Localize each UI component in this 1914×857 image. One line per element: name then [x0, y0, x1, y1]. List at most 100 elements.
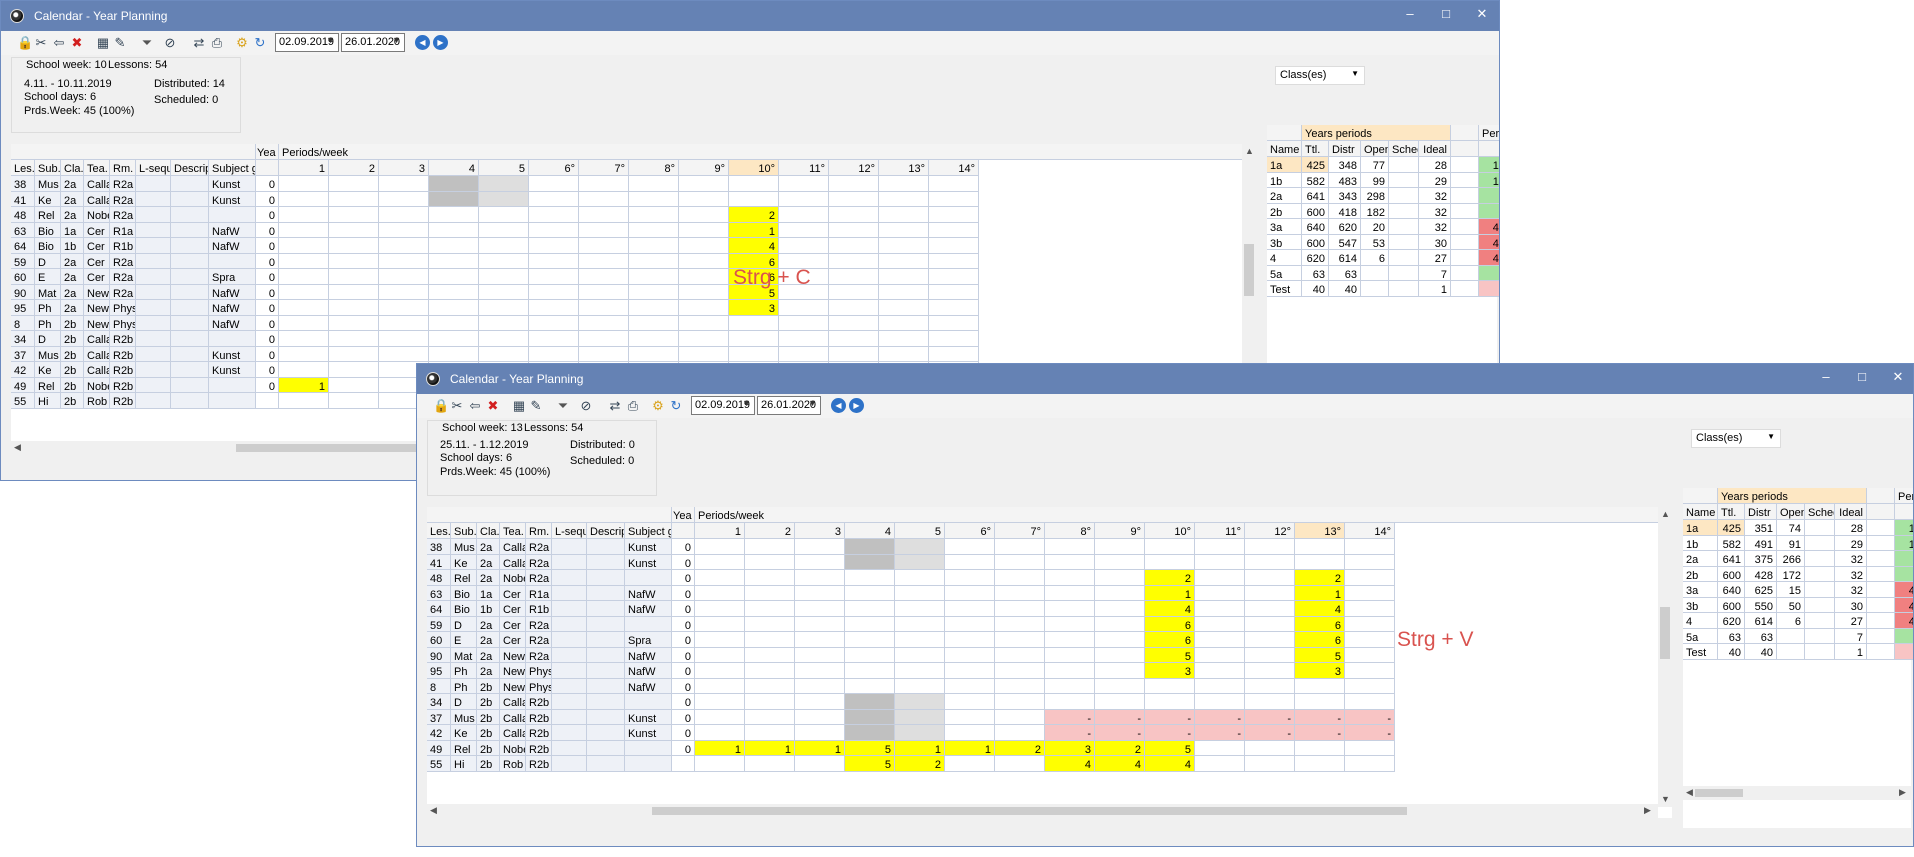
- summary-blank-cell[interactable]: [1867, 566, 1895, 582]
- summary-col-ideal[interactable]: Ideal: [1835, 504, 1867, 520]
- summary-col-distr[interactable]: Distr: [1745, 504, 1777, 520]
- period-cell[interactable]: [1295, 678, 1345, 694]
- period-header-11[interactable]: 11°: [1195, 523, 1245, 539]
- period-value-cell[interactable]: 5: [1295, 647, 1345, 663]
- period-value-cell[interactable]: 1: [279, 377, 329, 393]
- period-value-cell[interactable]: 3: [1045, 740, 1095, 756]
- previous-week-button[interactable]: ◀: [415, 35, 430, 50]
- period-cell[interactable]: [529, 284, 579, 300]
- summary-blank-cell[interactable]: [1451, 250, 1479, 266]
- period-header-3[interactable]: 3: [379, 160, 429, 176]
- row-4-blank[interactable]: [136, 238, 171, 254]
- period-cell[interactable]: [795, 694, 845, 710]
- period-cell[interactable]: [895, 585, 945, 601]
- period-cell[interactable]: [845, 601, 895, 617]
- summary-distr-cell[interactable]: 418: [1329, 203, 1361, 219]
- period-header-3[interactable]: 3: [795, 523, 845, 539]
- period-cell[interactable]: [279, 176, 329, 192]
- period-header-6[interactable]: 6°: [529, 160, 579, 176]
- row-0-sg[interactable]: Kunst: [209, 176, 256, 192]
- row-5-y[interactable]: 0: [672, 616, 695, 632]
- row-14-sg[interactable]: [209, 393, 256, 409]
- row-12-tea[interactable]: Callas: [84, 362, 110, 378]
- period-cell[interactable]: [1045, 632, 1095, 648]
- period-cell[interactable]: [879, 253, 929, 269]
- row-0-y[interactable]: 0: [672, 539, 695, 555]
- row-9-les[interactable]: 8: [11, 315, 35, 331]
- row-12-blank[interactable]: [136, 362, 171, 378]
- row-8-y[interactable]: 0: [256, 300, 279, 316]
- row-13-les[interactable]: 49: [427, 740, 451, 756]
- summary-ideal-cell[interactable]: 27: [1419, 250, 1451, 266]
- period-cell[interactable]: [629, 346, 679, 362]
- transfer-icon[interactable]: ⇄: [607, 398, 623, 414]
- door-exit-icon[interactable]: ⇦: [467, 398, 483, 414]
- period-cell[interactable]: [279, 269, 329, 285]
- row-7-rm[interactable]: R2a: [110, 284, 136, 300]
- row-5-blank[interactable]: [136, 253, 171, 269]
- period-cell[interactable]: [945, 694, 995, 710]
- key-cut-icon[interactable]: ✂: [33, 35, 49, 51]
- column-header-6[interactable]: Descriptio: [587, 523, 625, 539]
- row-2-sg[interactable]: [209, 207, 256, 223]
- summary-col-ideal[interactable]: Ideal: [1419, 141, 1451, 157]
- summary-col-1[interactable]: 1: [1479, 141, 1499, 157]
- period-value-cell[interactable]: [429, 176, 479, 192]
- period-cell[interactable]: [995, 709, 1045, 725]
- summary-ttl-cell[interactable]: 620: [1718, 613, 1745, 629]
- period-header-9[interactable]: 9°: [679, 160, 729, 176]
- period-cell[interactable]: [1345, 616, 1395, 632]
- period-cell[interactable]: [279, 191, 329, 207]
- class-summary-grid[interactable]: Years periods Peri NameTtl.DistrOpenSchedI…: [1683, 488, 1913, 828]
- period-cell[interactable]: [279, 393, 329, 409]
- row-6-sg[interactable]: Spra: [625, 632, 672, 648]
- period-cell[interactable]: [529, 269, 579, 285]
- period-cell[interactable]: [1095, 616, 1145, 632]
- period-cell[interactable]: [629, 222, 679, 238]
- period-cell[interactable]: [279, 238, 329, 254]
- row-13-tea[interactable]: Nobel: [500, 740, 526, 756]
- period-cell[interactable]: [745, 539, 795, 555]
- period-cell[interactable]: [329, 331, 379, 347]
- period-cell[interactable]: [929, 222, 979, 238]
- period-cell[interactable]: [1195, 616, 1245, 632]
- period-cell[interactable]: [429, 222, 479, 238]
- period-cell[interactable]: [879, 284, 929, 300]
- summary-name-cell[interactable]: 1b: [1683, 535, 1718, 551]
- summary-p-cell[interactable]: 40: [1479, 234, 1499, 250]
- period-value-cell[interactable]: -: [1345, 725, 1395, 741]
- period-cell[interactable]: [729, 315, 779, 331]
- row-13-les[interactable]: 49: [11, 377, 35, 393]
- period-value-cell[interactable]: -: [1195, 709, 1245, 725]
- summary-sched-cell[interactable]: [1805, 628, 1835, 644]
- summary-distr-cell[interactable]: 620: [1329, 219, 1361, 235]
- summary-open-cell[interactable]: 6: [1777, 613, 1805, 629]
- row-8-sub[interactable]: Ph: [451, 663, 477, 679]
- period-cell[interactable]: [629, 331, 679, 347]
- row-6-blank[interactable]: [171, 269, 209, 285]
- period-value-cell[interactable]: 2: [895, 756, 945, 772]
- period-cell[interactable]: [995, 539, 1045, 555]
- scroll-up-icon[interactable]: ▲: [1661, 509, 1670, 519]
- period-cell[interactable]: [379, 176, 429, 192]
- period-cell[interactable]: [845, 585, 895, 601]
- summary-ideal-cell[interactable]: 32: [1419, 188, 1451, 204]
- row-9-sub[interactable]: Ph: [35, 315, 61, 331]
- row-1-cla[interactable]: 2a: [61, 191, 84, 207]
- row-9-tea[interactable]: New: [84, 315, 110, 331]
- period-cell[interactable]: [1245, 694, 1295, 710]
- row-14-y[interactable]: [256, 393, 279, 409]
- summary-ttl-cell[interactable]: 600: [1718, 597, 1745, 613]
- summary-p-cell[interactable]: 7: [1479, 203, 1499, 219]
- row-4-y[interactable]: 0: [256, 238, 279, 254]
- summary-col-open[interactable]: Open: [1777, 504, 1805, 520]
- summary-p-cell[interactable]: 13: [1479, 157, 1499, 173]
- edit-key-icon[interactable]: ✎: [112, 35, 128, 51]
- row-10-blank[interactable]: [552, 694, 587, 710]
- period-cell[interactable]: [795, 678, 845, 694]
- period-cell[interactable]: [679, 315, 729, 331]
- period-value-cell[interactable]: 1: [1295, 585, 1345, 601]
- row-6-tea[interactable]: Cer: [500, 632, 526, 648]
- period-cell[interactable]: [945, 663, 995, 679]
- period-cell[interactable]: [1095, 678, 1145, 694]
